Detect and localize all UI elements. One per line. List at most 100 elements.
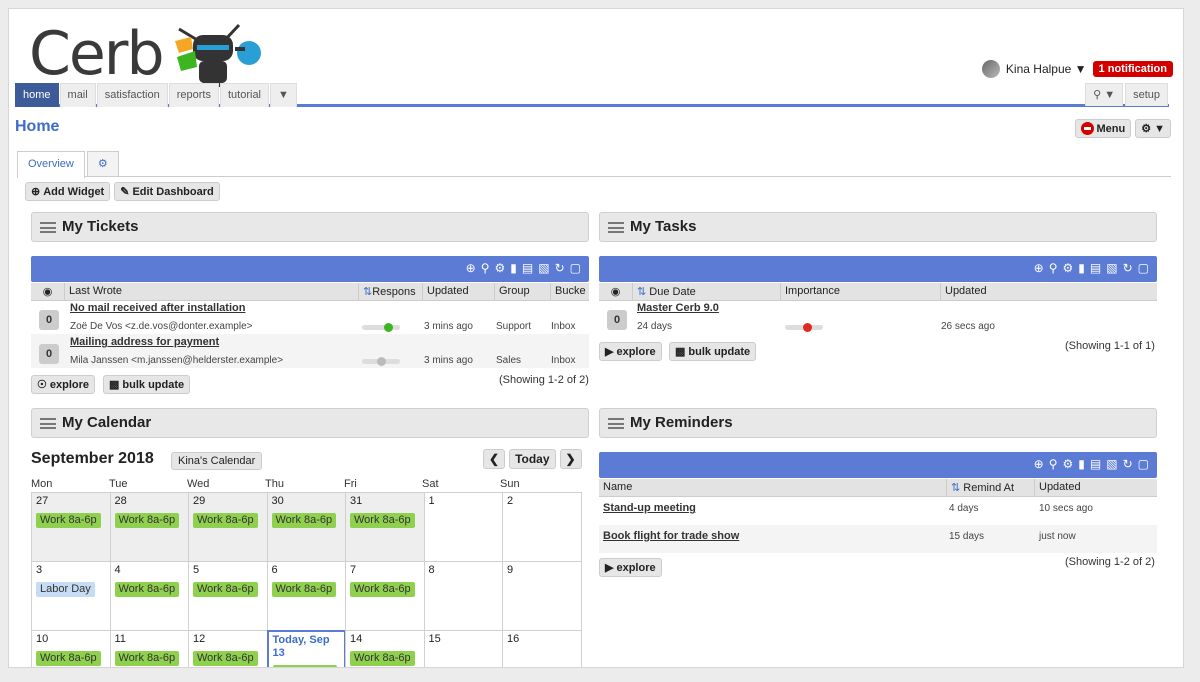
search-icon[interactable]: ⚲ [1049,457,1058,471]
next-month-button[interactable]: ❯ [559,449,582,469]
calendar-event[interactable]: Work 8a-6p [36,513,101,528]
search-icon[interactable]: ⚲ [481,261,490,275]
notification-badge[interactable]: 1 notification [1092,61,1173,77]
tasks-bulk-update-button[interactable]: ▩ bulk update [669,342,757,361]
refresh-icon[interactable]: ↻ [555,261,565,275]
column-bucket[interactable]: Bucke [551,283,589,300]
calendar-day-cell[interactable]: 3 Labor Day [31,561,111,631]
gear-icon[interactable]: ⚙ [1063,457,1074,471]
calendar-event[interactable]: Work 8a-6p [114,651,180,666]
reminders-widget-header[interactable]: My Reminders [599,408,1157,438]
calendar-day-cell[interactable]: 28 Work 8a-6p [109,492,189,562]
menu-button[interactable]: Menu [1074,119,1132,138]
nav-tab-home[interactable]: home [15,83,59,107]
calendar-event[interactable]: Work 8a-6p [114,513,180,528]
chart-icon[interactable]: ▮ [510,261,517,275]
user-menu[interactable]: Kina Halpue ▼ [1006,62,1087,76]
calendar-event[interactable]: Work 8a-6p [271,582,337,597]
column-updated[interactable]: Updated [1035,479,1155,496]
add-icon[interactable]: ⊕ [466,261,476,275]
calendar-day-cell[interactable]: 9 [502,561,582,631]
select-all-checkbox[interactable]: ▢ [1138,457,1149,471]
calendar-day-cell[interactable]: 8 [423,561,503,631]
column-last-wrote[interactable]: Last Wrote [65,283,359,300]
calendar-day-cell[interactable]: 1 [423,492,503,562]
column-updated[interactable]: Updated [941,283,1155,300]
column-importance[interactable]: Importance [781,283,941,300]
column-due-date[interactable]: ⇅ Due Date [633,283,781,300]
page-settings-button[interactable]: ⚙ ▼ [1135,119,1171,138]
calendar-event[interactable] [272,665,337,667]
calendar-day-cell[interactable]: 27 Work 8a-6p [31,492,111,562]
calendar-day-cell[interactable]: 29 Work 8a-6p [188,492,268,562]
today-button[interactable]: Today [509,449,556,469]
tasks-widget-header[interactable]: My Tasks [599,212,1157,242]
reminder-name-link[interactable]: Stand-up meeting [603,502,696,514]
select-all-checkbox[interactable]: ▢ [1138,261,1149,275]
watchers-column[interactable]: ◉ [599,283,633,300]
calendar-widget-header[interactable]: My Calendar [31,408,589,438]
ticket-subject-link[interactable]: Mailing address for payment [70,336,219,348]
column-updated[interactable]: Updated [423,283,495,300]
ticket-count-badge[interactable]: 0 [39,344,59,364]
calendar-day-cell[interactable]: 4 Work 8a-6p [109,561,189,631]
export-icon[interactable]: ▤ [1090,457,1101,471]
task-count-badge[interactable]: 0 [607,310,627,330]
calendar-day-cell[interactable]: 7 Work 8a-6p [345,561,425,631]
calendar-event[interactable]: Work 8a-6p [271,513,337,528]
nav-tab-mail[interactable]: mail [59,83,96,107]
calendar-day-cell[interactable]: 2 [502,492,582,562]
calendar-day-cell[interactable]: Today, Sep 13 [266,630,346,667]
edit-dashboard-button[interactable]: ✎ Edit Dashboard [114,182,220,201]
tickets-widget-header[interactable]: My Tickets [31,212,589,242]
nav-tab-reports[interactable]: reports [168,83,219,107]
nav-tab-tutorial[interactable]: tutorial [219,83,270,107]
chart-icon[interactable]: ▮ [1078,261,1085,275]
search-menu-button[interactable]: ⚲ ▼ [1085,83,1124,106]
calendar-day-cell[interactable]: 11 Work 8a-6p [109,630,189,667]
calendar-day-cell[interactable]: 15 [423,630,503,667]
calendar-event[interactable]: Work 8a-6p [350,651,415,666]
calendar-day-cell[interactable]: 5 Work 8a-6p [188,561,268,631]
calendar-day-cell[interactable]: 16 [502,630,582,667]
export-icon[interactable]: ▤ [522,261,533,275]
calendar-event[interactable]: Work 8a-6p [193,582,258,597]
refresh-icon[interactable]: ↻ [1123,457,1133,471]
calendar-day-cell[interactable]: 31 Work 8a-6p [345,492,425,562]
nav-tab-satisfaction[interactable]: satisfaction [96,83,168,107]
tasks-explore-button[interactable]: ▶ explore [599,342,662,361]
calendar-event[interactable]: Labor Day [36,582,95,597]
copy-icon[interactable]: ▧ [1106,261,1117,275]
prev-month-button[interactable]: ❮ [483,449,506,469]
add-icon[interactable]: ⊕ [1034,261,1044,275]
calendar-day-cell[interactable]: 6 Work 8a-6p [266,561,346,631]
calendar-name-button[interactable]: Kina's Calendar [171,452,263,470]
gear-icon[interactable]: ⚙ [495,261,506,275]
tickets-bulk-update-button[interactable]: ▩ bulk update [103,375,191,394]
copy-icon[interactable]: ▧ [538,261,549,275]
calendar-day-cell[interactable]: 12 Work 8a-6p [188,630,268,667]
ticket-count-badge[interactable]: 0 [39,310,59,330]
watchers-column[interactable]: ◉ [31,283,65,300]
task-title-link[interactable]: Master Cerb 9.0 [637,302,719,314]
calendar-event[interactable]: Work 8a-6p [114,582,180,597]
tickets-explore-button[interactable]: ☉ explore [31,375,96,394]
calendar-day-cell[interactable]: 30 Work 8a-6p [266,492,346,562]
calendar-event[interactable]: Work 8a-6p [350,513,415,528]
tab-add-settings[interactable]: ⚙ [86,151,119,176]
column-remind-at[interactable]: ⇅ Remind At [947,479,1035,496]
copy-icon[interactable]: ▧ [1106,457,1117,471]
add-icon[interactable]: ⊕ [1034,457,1044,471]
column-response[interactable]: ⇅Respons [359,283,423,300]
calendar-day-cell[interactable]: 10 Work 8a-6p [31,630,111,667]
select-all-checkbox[interactable]: ▢ [570,261,581,275]
calendar-day-cell[interactable]: 14 Work 8a-6p [345,630,425,667]
column-group[interactable]: Group [495,283,551,300]
user-avatar[interactable] [981,60,1000,78]
search-icon[interactable]: ⚲ [1049,261,1058,275]
column-name[interactable]: Name [599,479,947,496]
calendar-event[interactable]: Work 8a-6p [193,651,258,666]
reminder-name-link[interactable]: Book flight for trade show [603,530,739,542]
add-widget-button[interactable]: ⊕ Add Widget [25,182,111,201]
calendar-event[interactable]: Work 8a-6p [350,582,415,597]
